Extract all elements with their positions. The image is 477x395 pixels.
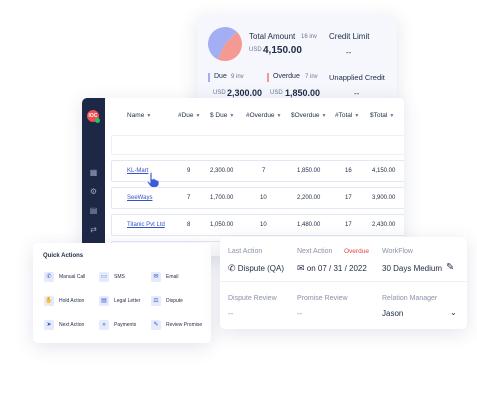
overdue-amount-cell: 2,200.00: [297, 195, 321, 201]
overdue-amount-cell: 1,850.00: [297, 168, 321, 174]
amount-pie-chart: [207, 27, 242, 62]
overdue-count-cell: 10: [260, 195, 267, 201]
table-row[interactable]: SeeWays 7 1,700.00 10 2,200.00 17 3,900.…: [111, 187, 404, 209]
overdue-badge: Overdue: [344, 248, 369, 255]
due-legend-marker: [208, 73, 210, 82]
credit-limit-value: --: [346, 48, 352, 57]
online-status-dot: [95, 118, 100, 123]
dispute-review-value: --: [228, 309, 234, 318]
due-count-cell: 7: [187, 195, 191, 201]
customer-name-link[interactable]: SeeWays: [127, 195, 152, 201]
phone-icon: ✆: [228, 263, 236, 273]
sort-icon: ▼: [389, 113, 395, 119]
due-amount-cell: 2,300.00: [210, 168, 234, 174]
due-currency: USD: [213, 90, 226, 96]
col-overdue-count[interactable]: #Overdue ▼: [246, 112, 282, 119]
total-count-cell: 17: [345, 195, 352, 201]
col-overdue-amount[interactable]: $Overdue ▼: [291, 112, 327, 119]
amount-summary-card: Total Amount 16 inv USD 4,150.00 Credit …: [197, 15, 397, 107]
unapplied-credit-value: --: [354, 89, 360, 98]
next-action-label: Next Action: [297, 248, 333, 255]
hand-cursor-icon: [146, 172, 160, 188]
due-amount-cell: 1,050.00: [210, 222, 234, 228]
col-due-amount[interactable]: $ Due ▼: [210, 112, 234, 119]
edit-pencil-icon[interactable]: ✎: [446, 262, 454, 273]
document-icon[interactable]: ▤: [89, 206, 98, 215]
credit-limit-label: Credit Limit: [329, 32, 370, 41]
total-count-cell: 17: [345, 222, 352, 228]
unapplied-credit-label: Unapplied Credit: [329, 73, 385, 82]
total-amount-cell: 3,900.00: [372, 195, 396, 201]
total-currency: USD: [249, 47, 262, 53]
sort-icon: ▼: [321, 113, 327, 119]
table-row-empty: [111, 135, 404, 155]
relation-manager-label: Relation Manager: [382, 295, 438, 302]
sms-icon: ▭: [99, 272, 109, 282]
last-action-value: ✆ Dispute (QA): [228, 263, 285, 273]
cog-icon[interactable]: ⚙: [89, 187, 98, 196]
due-inv: 9 inv: [231, 74, 244, 80]
chevron-down-icon[interactable]: ⌄: [450, 308, 457, 317]
col-total-amount[interactable]: $Total ▼: [370, 112, 394, 119]
due-value: 2,300.00: [227, 88, 263, 98]
overdue-inv: 7 inv: [305, 74, 318, 80]
overdue-label: Overdue: [273, 73, 300, 80]
quick-actions-title: Quick Actions: [43, 253, 84, 259]
phone-icon: ✆: [44, 272, 54, 282]
card-divider: [220, 281, 467, 282]
total-amount-label: Total Amount: [249, 32, 296, 41]
overdue-value: 1,850.00: [285, 88, 321, 98]
flow-icon[interactable]: ⇄: [89, 225, 98, 234]
total-count-cell: 16: [345, 168, 352, 174]
col-name[interactable]: Name ▼: [127, 112, 151, 119]
table-header: Name ▼ #Due ▼ $ Due ▼ #Overdue ▼ $Overdue ▼ #…: [105, 112, 404, 132]
hand-icon: ✋: [44, 296, 54, 306]
last-action-label: Last Action: [228, 248, 263, 255]
sort-icon: ▼: [146, 113, 152, 119]
sort-icon: ▼: [195, 113, 201, 119]
grid-icon[interactable]: ▦: [89, 168, 98, 177]
next-action-icon: ➤: [44, 320, 54, 330]
email-icon: ✉: [297, 263, 305, 273]
due-count-cell: 9: [187, 168, 191, 174]
customer-table-card: IOC ▦ ⚙ ▤ ⇄ Name ▼ #Due ▼ $ Due ▼ #Overdue ▼…: [82, 98, 404, 256]
promise-review-label: Promise Review: [297, 295, 348, 302]
workflow-value: 30 Days Medium: [382, 264, 443, 273]
app-sidebar: IOC ▦ ⚙ ▤ ⇄: [82, 98, 105, 256]
dispute-review-label: Dispute Review: [228, 295, 277, 302]
overdue-amount-cell: 1,480.00: [297, 222, 321, 228]
overdue-count-cell: 7: [262, 168, 266, 174]
letter-icon: ▤: [99, 296, 109, 306]
overdue-currency: USD: [270, 90, 283, 96]
due-label: Due: [214, 73, 227, 80]
promise-review-value: --: [297, 309, 303, 318]
overdue-legend-marker: [267, 73, 269, 82]
email-icon: ✉: [151, 272, 161, 282]
col-due-count[interactable]: #Due ▼: [178, 112, 201, 119]
total-amount-cell: 4,150.00: [372, 168, 396, 174]
next-action-value: ✉ on 07 / 31 / 2022: [297, 263, 367, 273]
workflow-label: WorkFlow: [382, 248, 413, 255]
total-amount-inv: 16 inv: [301, 34, 318, 40]
sort-icon: ▼: [276, 113, 282, 119]
dispute-icon: ⚖: [151, 296, 161, 306]
collection-status-card: Last Action ✆ Dispute (QA) Next Action O…: [220, 237, 467, 329]
due-amount-cell: 1,700.00: [210, 195, 234, 201]
quick-actions-panel: Quick Actions ✆ Manual Call ▭ SMS ✉ Emai…: [33, 243, 211, 343]
review-icon: ✎: [151, 320, 161, 330]
total-amount-cell: 2,430.00: [372, 222, 396, 228]
total-amount-value: 4,150.00: [263, 45, 302, 56]
col-total-count[interactable]: #Total ▼: [335, 112, 359, 119]
sort-icon: ▼: [354, 113, 360, 119]
table-row[interactable]: Titanic Pvt Ltd 8 1,050.00 10 1,480.00 1…: [111, 214, 404, 236]
due-count-cell: 8: [187, 222, 191, 228]
sort-icon: ▼: [229, 113, 235, 119]
payments-icon: »: [99, 320, 109, 330]
customer-name-link[interactable]: Titanic Pvt Ltd: [127, 222, 165, 228]
overdue-count-cell: 10: [260, 222, 267, 228]
relation-manager-select[interactable]: Jason: [382, 309, 403, 318]
